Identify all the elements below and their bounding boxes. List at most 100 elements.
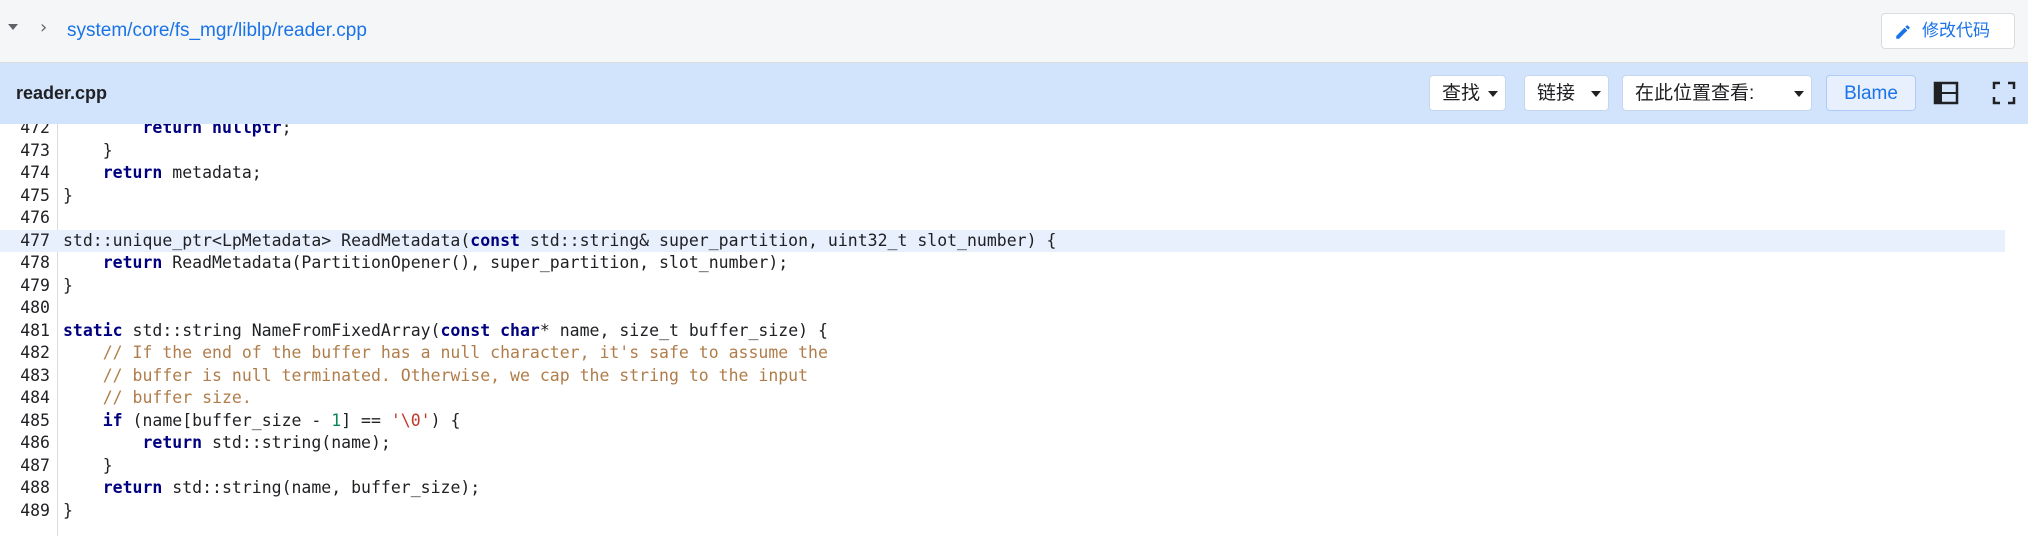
code-text: }: [63, 140, 113, 163]
code-token: std::string(name, buffer_size);: [162, 478, 481, 497]
code-text: }: [63, 185, 73, 208]
code-token: return: [102, 478, 163, 497]
line-number[interactable]: 472: [0, 124, 50, 140]
caret-down-icon[interactable]: [8, 24, 18, 30]
code-token: // If the end of the buffer has a null c…: [102, 343, 828, 362]
pencil-icon: [1896, 25, 1910, 39]
code-line: 482 // If the end of the buffer has a nu…: [0, 342, 2005, 365]
line-number[interactable]: 479: [0, 275, 50, 298]
code-token: return: [142, 433, 203, 452]
find-dropdown[interactable]: 查找: [1429, 75, 1506, 111]
code-line: 479}: [0, 275, 2005, 298]
code-token: ReadMetadata(PartitionOpener(), super_pa…: [162, 253, 789, 272]
code-line: 489}: [0, 500, 2005, 523]
code-line: 473 }: [0, 140, 2005, 163]
code-token: std::unique_ptr<LpMetadata> ReadMetadata…: [63, 230, 471, 250]
chevron-down-icon: [1488, 91, 1498, 97]
link-dropdown[interactable]: 链接: [1524, 75, 1609, 111]
code-token: }: [63, 185, 73, 205]
code-line: 475}: [0, 185, 2005, 208]
code-text: }: [63, 455, 113, 478]
code-line: 481 static std::string NameFromFixedArray…: [0, 320, 2005, 343]
code-token: ;: [281, 124, 292, 137]
line-number[interactable]: 484: [0, 387, 50, 410]
code-token: if: [102, 410, 123, 430]
edit-code-label: 修改代码: [1922, 21, 1990, 40]
code-token: }: [63, 500, 73, 520]
code-line: 478 return ReadMetadata(PartitionOpener(…: [0, 252, 2005, 275]
code-token: return: [102, 253, 163, 272]
code-token: metadata;: [162, 163, 262, 182]
code-line: 488 return std::string(name, buffer_size…: [0, 477, 2005, 500]
code-line: 486 return std::string(name);: [0, 432, 2005, 455]
code-token: const: [470, 230, 520, 250]
code-text: }: [63, 500, 73, 523]
file-name: reader.cpp: [16, 83, 108, 103]
line-number[interactable]: 486: [0, 432, 50, 455]
code-text: // buffer is null terminated. Otherwise,…: [63, 365, 808, 388]
code-text: static std::string NameFromFixedArray(co…: [63, 320, 828, 343]
view-at-dropdown[interactable]: 在此位置查看:: [1622, 75, 1812, 111]
blame-button[interactable]: Blame: [1826, 75, 1916, 111]
fullscreen-icon[interactable]: [1990, 79, 2018, 107]
code-text: if (name[buffer_size - 1] == '\0') {: [63, 410, 461, 433]
view-at-label: 在此位置查看:: [1635, 83, 1755, 104]
code-text: // buffer size.: [63, 387, 252, 410]
code-token: }: [63, 140, 113, 160]
line-number[interactable]: 483: [0, 365, 50, 388]
line-number[interactable]: 475: [0, 185, 50, 208]
code-token: (name[buffer_size -: [122, 410, 332, 430]
code-viewer: 472 return nullptr; 473 } 474 return metad…: [0, 124, 2028, 536]
line-number[interactable]: 478: [0, 252, 50, 275]
code-token: ) {: [430, 410, 461, 430]
code-token: std::string(name);: [202, 433, 391, 452]
find-label: 查找: [1442, 83, 1481, 104]
breadcrumb-path-link[interactable]: system/core/fs_mgr/liblp/reader.cpp: [67, 19, 367, 43]
code-text: return metadata;: [63, 162, 262, 185]
code-line: 480: [0, 297, 2005, 320]
line-number[interactable]: 482: [0, 342, 50, 365]
code-token: static: [63, 320, 123, 340]
code-token: const: [440, 320, 491, 340]
line-number[interactable]: 481: [0, 320, 50, 343]
panel-layout-icon[interactable]: [1932, 79, 1960, 107]
code-token: '\0': [390, 410, 431, 430]
line-number[interactable]: 476: [0, 207, 50, 230]
code-text: return nullptr;: [63, 124, 292, 140]
line-number[interactable]: 488: [0, 477, 50, 500]
blame-label: Blame: [1844, 83, 1898, 104]
code-text: std::unique_ptr<LpMetadata> ReadMetadata…: [63, 230, 1056, 253]
line-number[interactable]: 477: [0, 230, 50, 253]
line-number[interactable]: 489: [0, 500, 50, 523]
line-number[interactable]: 474: [0, 162, 50, 185]
code-token: return: [102, 163, 163, 182]
code-token: return: [142, 124, 203, 137]
code-token: // buffer is null terminated. Otherwise,…: [102, 365, 809, 385]
line-number[interactable]: 485: [0, 410, 50, 433]
code-token: nullptr: [212, 124, 282, 137]
code-token: }: [63, 275, 73, 295]
link-label: 链接: [1537, 83, 1576, 104]
line-number[interactable]: 473: [0, 140, 50, 163]
code-text: // If the end of the buffer has a null c…: [63, 342, 828, 365]
edit-code-button[interactable]: 修改代码: [1881, 13, 2015, 49]
code-token: 1: [331, 410, 342, 430]
code-line: 483 // buffer is null terminated. Otherw…: [0, 365, 2005, 388]
code-token: std::string NameFromFixedArray(: [122, 320, 441, 340]
code-text: return ReadMetadata(PartitionOpener(), s…: [63, 252, 788, 275]
chevron-down-icon: [1794, 91, 1804, 97]
line-number[interactable]: 487: [0, 455, 50, 478]
code-line: 477 std::unique_ptr<LpMetadata> ReadMetad…: [0, 229, 2005, 253]
line-number[interactable]: 480: [0, 297, 50, 320]
